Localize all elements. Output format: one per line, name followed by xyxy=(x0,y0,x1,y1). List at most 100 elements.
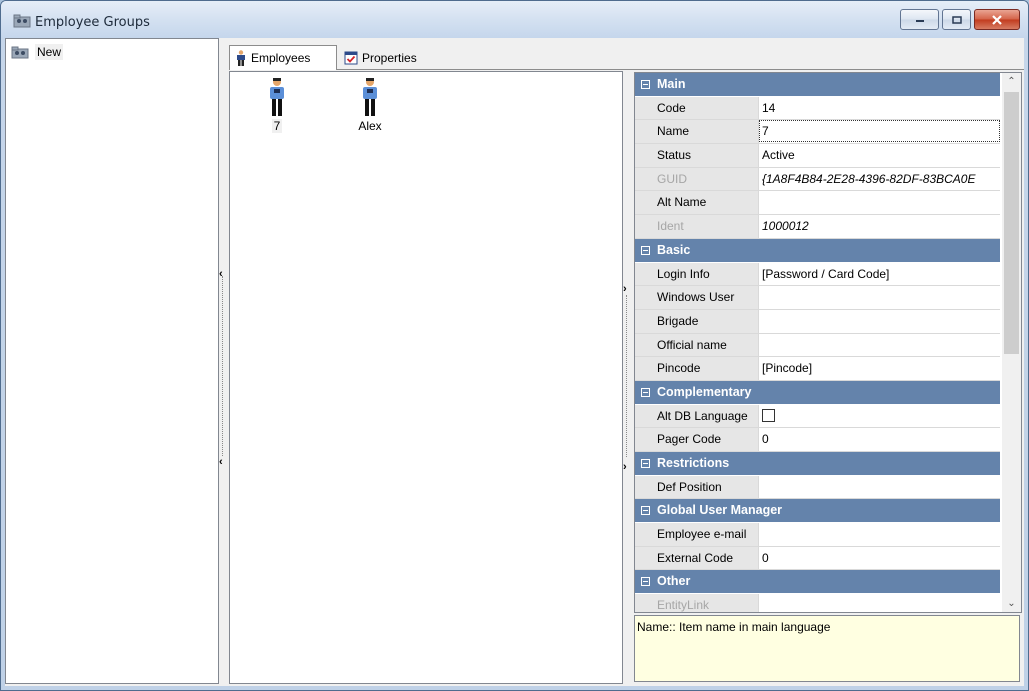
property-grid-scrollbar[interactable]: ⌃ ⌄ xyxy=(1002,73,1021,612)
property-name: Pager Code xyxy=(656,428,759,451)
collapse-icon[interactable] xyxy=(641,80,650,89)
title-bar[interactable]: Employee Groups xyxy=(1,1,1028,38)
property-grid[interactable]: Main Code 14 Name 7 Status Active GUID {1A8F4B84… xyxy=(634,72,1022,613)
collapse-icon[interactable] xyxy=(641,506,650,516)
row-gutter xyxy=(635,428,656,451)
collapse-left-icon[interactable]: ‹ xyxy=(219,456,223,468)
property-value[interactable]: [Password / Card Code] xyxy=(759,262,1000,286)
property-name: External Code xyxy=(656,546,759,570)
property-value xyxy=(759,594,1000,612)
close-button[interactable] xyxy=(974,9,1020,30)
category-basic[interactable]: Basic xyxy=(635,238,1000,263)
collapse-icon[interactable] xyxy=(641,387,650,397)
category-label: Restrictions xyxy=(657,456,730,470)
tab-label: Properties xyxy=(362,50,417,65)
scroll-down-icon[interactable]: ⌄ xyxy=(1002,595,1021,612)
property-name: Pincode xyxy=(656,357,759,380)
property-name: Ident xyxy=(656,215,759,238)
category-complementary[interactable]: Complementary xyxy=(635,380,1000,405)
maximize-button[interactable] xyxy=(942,9,971,30)
property-name: Employee e-mail xyxy=(656,523,759,546)
property-value[interactable]: 14 xyxy=(759,96,1000,120)
property-name: Status xyxy=(656,144,759,167)
expand-right-icon[interactable]: › xyxy=(623,283,627,295)
property-grid-rows: Main Code 14 Name 7 Status Active GUID {1A8F4B84… xyxy=(635,73,1000,612)
property-value[interactable] xyxy=(759,333,1000,357)
group-folder-icon xyxy=(13,14,31,28)
property-value[interactable] xyxy=(759,404,1000,428)
property-name: Login Info xyxy=(656,262,759,286)
property-value[interactable]: 7 xyxy=(759,120,1000,143)
property-row-status[interactable]: Status Active xyxy=(635,144,1000,168)
row-gutter xyxy=(635,523,656,546)
groups-tree[interactable]: New xyxy=(5,38,219,684)
property-row-official-name[interactable]: Official name xyxy=(635,333,1000,358)
row-gutter xyxy=(635,215,656,238)
expand-right-icon[interactable]: › xyxy=(623,461,627,473)
window-controls xyxy=(897,9,1020,30)
property-row-alt-name[interactable]: Alt Name xyxy=(635,191,1000,216)
scroll-up-icon[interactable]: ⌃ xyxy=(1002,73,1021,90)
property-row-entitylink[interactable]: EntityLink xyxy=(635,594,1000,612)
property-row-ident[interactable]: Ident 1000012 xyxy=(635,215,1000,239)
property-row-brigade[interactable]: Brigade xyxy=(635,309,1000,334)
tab-strip: Employees Properties xyxy=(229,44,1024,70)
employee-groups-window: Employee Groups New ‹ ‹ Employees Proper… xyxy=(0,0,1029,691)
employee-label: 7 xyxy=(271,119,283,133)
splitter-grip xyxy=(222,276,224,456)
property-row-windows-user[interactable]: Windows User xyxy=(635,286,1000,310)
row-gutter xyxy=(635,167,656,191)
right-splitter[interactable]: › › xyxy=(623,283,631,473)
property-value[interactable] xyxy=(759,191,1000,215)
category-global-user-manager[interactable]: Global User Manager xyxy=(635,499,1000,524)
property-value[interactable] xyxy=(759,286,1000,309)
property-value[interactable]: Active xyxy=(759,144,1000,167)
tree-item-label: New xyxy=(35,44,64,60)
property-row-employee-e-mail[interactable]: Employee e-mail xyxy=(635,523,1000,547)
property-row-pincode[interactable]: Pincode [Pincode] xyxy=(635,357,1000,381)
category-other[interactable]: Other xyxy=(635,570,1000,595)
tree-item-new[interactable]: New xyxy=(11,43,64,61)
property-value[interactable] xyxy=(759,475,1000,499)
tab-employees[interactable]: Employees xyxy=(229,45,337,70)
splitter-grip xyxy=(626,295,627,457)
minimize-button[interactable] xyxy=(900,9,939,30)
property-value[interactable] xyxy=(759,523,1000,546)
property-row-login-info[interactable]: Login Info [Password / Card Code] xyxy=(635,262,1000,287)
row-gutter xyxy=(635,357,656,380)
tab-label: Employees xyxy=(251,51,311,65)
property-value[interactable]: [Pincode] xyxy=(759,357,1000,380)
tab-properties[interactable]: Properties xyxy=(339,46,435,69)
row-gutter xyxy=(635,594,656,612)
property-row-guid[interactable]: GUID {1A8F4B84-2E28-4396-82DF-83BCA0E xyxy=(635,167,1000,192)
property-value[interactable]: 0 xyxy=(759,428,1000,451)
employee-item[interactable]: Alex xyxy=(340,77,400,133)
properties-icon xyxy=(344,51,358,64)
property-name: EntityLink xyxy=(656,594,759,612)
property-value[interactable] xyxy=(759,309,1000,333)
minimize-icon xyxy=(915,19,924,22)
row-gutter xyxy=(635,144,656,167)
property-row-external-code[interactable]: External Code 0 xyxy=(635,546,1000,571)
employees-list[interactable]: 7 Alex xyxy=(229,71,623,684)
employee-item[interactable]: 7 xyxy=(247,77,307,133)
category-restrictions[interactable]: Restrictions xyxy=(635,452,1000,476)
property-row-alt-db-language[interactable]: Alt DB Language xyxy=(635,404,1000,429)
collapse-icon[interactable] xyxy=(641,577,650,587)
employee-icon xyxy=(237,50,245,66)
category-main[interactable]: Main xyxy=(635,73,1000,97)
property-value[interactable]: 0 xyxy=(759,546,1000,570)
left-splitter[interactable]: ‹ ‹ xyxy=(219,268,227,468)
property-row-code[interactable]: Code 14 xyxy=(635,96,1000,121)
property-name: Code xyxy=(656,96,759,120)
collapse-icon[interactable] xyxy=(641,459,650,468)
collapse-icon[interactable] xyxy=(641,245,650,255)
property-name: Alt DB Language xyxy=(656,404,759,428)
scroll-thumb[interactable] xyxy=(1004,92,1019,354)
property-row-def-position[interactable]: Def Position xyxy=(635,475,1000,500)
property-row-pager-code[interactable]: Pager Code 0 xyxy=(635,428,1000,452)
close-icon xyxy=(992,14,1002,25)
property-value: {1A8F4B84-2E28-4396-82DF-83BCA0E xyxy=(759,167,1000,191)
property-checkbox[interactable] xyxy=(762,408,775,422)
property-row-name[interactable]: Name 7 xyxy=(635,120,1000,145)
